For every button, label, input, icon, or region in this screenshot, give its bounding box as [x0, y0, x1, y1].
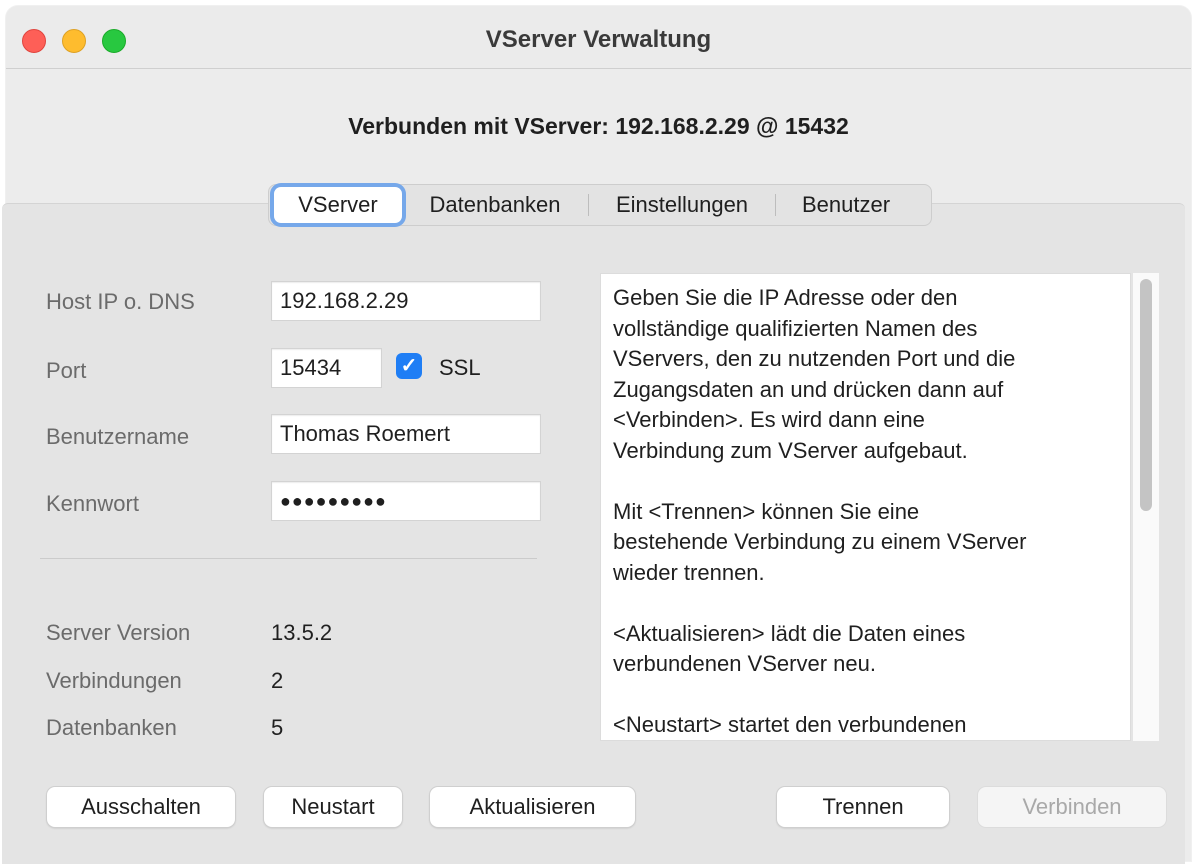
- shutdown-button[interactable]: Ausschalten: [47, 787, 235, 827]
- refresh-button[interactable]: Aktualisieren: [430, 787, 635, 827]
- username-label: Benutzername: [46, 424, 190, 449]
- help-text: Geben Sie die IP Adresse oder den vollst…: [613, 285, 1027, 737]
- title-bar[interactable]: VServer Verwaltung: [6, 6, 1191, 69]
- password-label: Kennwort: [46, 491, 139, 516]
- help-scrollbar[interactable]: [1133, 273, 1159, 741]
- tab-datenbanken[interactable]: Datenbanken: [402, 187, 588, 223]
- connections-label: Verbindungen: [46, 668, 182, 693]
- port-input[interactable]: 15434: [271, 348, 382, 388]
- host-label: Host IP o. DNS: [46, 289, 195, 314]
- tab-bar: VServer Datenbanken Einstellungen Benutz…: [268, 184, 932, 226]
- tab-benutzer[interactable]: Benutzer: [776, 187, 916, 223]
- password-input[interactable]: ●●●●●●●●●: [271, 481, 541, 521]
- server-version-value: 13.5.2: [271, 620, 333, 645]
- port-label: Port: [46, 358, 87, 383]
- restart-button[interactable]: Neustart: [264, 787, 402, 827]
- scrollbar-thumb[interactable]: [1140, 279, 1152, 511]
- ssl-label: SSL: [439, 355, 481, 380]
- connect-button[interactable]: Verbinden: [978, 787, 1166, 827]
- connections-value: 2: [271, 668, 284, 693]
- tab-einstellungen[interactable]: Einstellungen: [589, 187, 775, 223]
- databases-label: Datenbanken: [46, 715, 177, 740]
- checkmark-icon: ✓: [400, 355, 418, 377]
- help-text-area[interactable]: Geben Sie die IP Adresse oder den vollst…: [600, 273, 1131, 741]
- server-version-label: Server Version: [46, 620, 191, 645]
- host-input[interactable]: 192.168.2.29: [271, 281, 541, 321]
- databases-value: 5: [271, 715, 284, 740]
- tab-vserver[interactable]: VServer: [274, 187, 402, 223]
- disconnect-button[interactable]: Trennen: [777, 787, 949, 827]
- connection-status: Verbunden mit VServer: 192.168.2.29 @ 15…: [348, 113, 849, 139]
- window-title: VServer Verwaltung: [485, 26, 712, 53]
- username-input[interactable]: Thomas Roemert: [271, 414, 541, 454]
- section-divider: [40, 558, 537, 559]
- ssl-checkbox[interactable]: ✓: [396, 353, 422, 379]
